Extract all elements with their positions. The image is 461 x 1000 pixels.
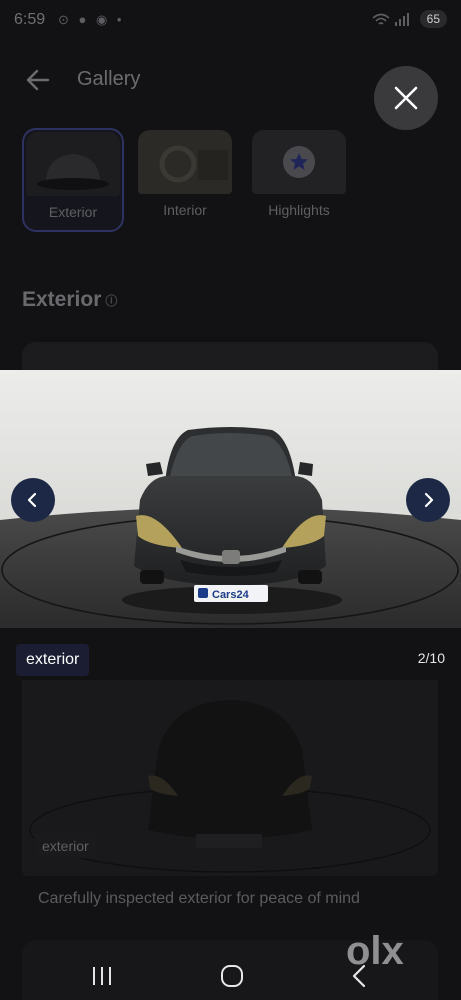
exterior-card: exterior xyxy=(22,680,438,876)
section-title-text: Exterior xyxy=(22,288,102,311)
tab-label: Highlights xyxy=(268,202,330,218)
card-description: Carefully inspected exterior for peace o… xyxy=(38,890,360,907)
signal-icon xyxy=(395,12,410,26)
status-bar: 6:59 ⊙ ● ◉ • 65 xyxy=(0,0,461,44)
nav-back-icon xyxy=(352,964,366,988)
recents-button[interactable] xyxy=(82,956,122,996)
exterior-thumbnail xyxy=(26,132,120,196)
next-button[interactable] xyxy=(406,478,450,522)
chevron-right-icon xyxy=(424,492,434,508)
card-chip: exterior xyxy=(34,834,97,858)
close-button[interactable] xyxy=(374,66,438,130)
page-title: Gallery xyxy=(77,68,141,90)
info-icon: ⓘ xyxy=(105,293,118,308)
wifi-icon xyxy=(372,13,390,25)
plate-text: Cars24 xyxy=(212,589,250,601)
system-nav-bar xyxy=(0,946,461,1000)
home-button[interactable] xyxy=(212,956,252,996)
home-icon xyxy=(221,965,243,987)
tab-highlights[interactable]: Highlights xyxy=(250,128,348,228)
interior-thumbnail xyxy=(138,130,232,194)
car-photo: Cars24 xyxy=(0,370,461,628)
recents-icon xyxy=(93,967,111,985)
nav-back-button[interactable] xyxy=(340,956,380,996)
tab-exterior[interactable]: Exterior xyxy=(22,128,124,232)
tab-label: Interior xyxy=(163,202,207,218)
photo-viewer[interactable]: Cars24 xyxy=(0,370,461,628)
highlights-thumbnail xyxy=(252,130,346,194)
close-icon xyxy=(394,86,418,110)
status-time: 6:59 xyxy=(14,11,46,28)
battery-indicator: 65 xyxy=(419,10,447,28)
tab-interior[interactable]: Interior xyxy=(136,128,234,228)
gallery-tabs: Exterior Interior Highlights xyxy=(22,128,452,232)
status-right: 65 xyxy=(372,10,447,28)
back-button[interactable] xyxy=(24,66,52,94)
tab-label: Exterior xyxy=(48,204,98,220)
chevron-left-icon xyxy=(27,492,37,508)
notification-icons: ⊙ ● ◉ • xyxy=(58,12,125,27)
section-title: Exterior ⓘ xyxy=(22,288,117,312)
previous-button[interactable] xyxy=(11,478,55,522)
arrow-left-icon xyxy=(26,69,50,91)
photo-caption: exterior xyxy=(16,644,90,676)
photo-counter: 2/10 xyxy=(417,650,445,666)
